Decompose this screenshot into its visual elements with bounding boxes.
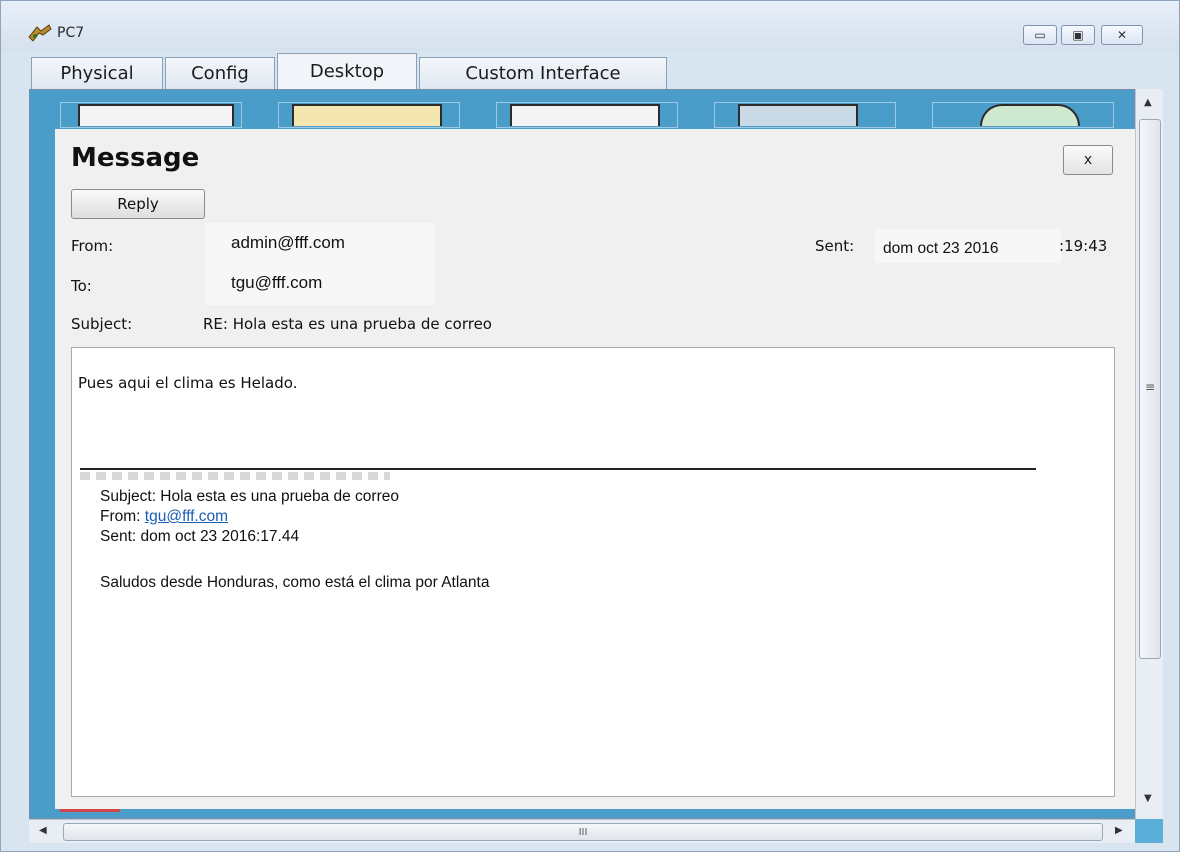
quoted-from-link[interactable]: tgu@fff.com [145, 508, 228, 525]
scroll-corner [1135, 819, 1163, 843]
tab-custom-interface[interactable]: Custom Interface [419, 57, 667, 89]
close-message-button[interactable]: x [1063, 145, 1113, 175]
close-icon: ✕ [1116, 28, 1128, 42]
quoted-subject: Subject: Hola esta es una prueba de corr… [100, 488, 399, 505]
message-dialog: Message x Reply From: admin@fff.com Sent… [55, 129, 1135, 809]
reply-button[interactable]: Reply [71, 189, 205, 219]
tab-label: Physical [60, 63, 134, 84]
from-value: admin@fff.com [231, 233, 345, 252]
minimize-button[interactable]: ▭ [1023, 25, 1057, 45]
title-bar: PC7 ▭ ▣ ✕ [1, 1, 1179, 51]
quote-separator-faint [80, 472, 390, 480]
from-label: From: [71, 237, 114, 255]
folder-icon [292, 104, 442, 126]
close-label: x [1083, 152, 1093, 168]
quoted-sent: Sent: dom oct 23 2016:17.44 [100, 528, 300, 545]
message-title: Message [71, 143, 200, 173]
pc7-window: PC7 ▭ ▣ ✕ Physical Config Desktop Custom… [0, 0, 1180, 852]
terminal-icon [78, 104, 234, 126]
close-window-button[interactable]: ✕ [1101, 25, 1143, 45]
tab-desktop[interactable]: Desktop [277, 53, 417, 89]
tab-physical[interactable]: Physical [31, 57, 163, 89]
quote-separator [80, 468, 1036, 470]
window-title: PC7 [57, 25, 85, 41]
vertical-scrollbar[interactable]: ▲ ≡ ▼ [1135, 89, 1163, 819]
scroll-left-icon[interactable]: ◀ [39, 825, 47, 836]
maximize-icon: ▣ [1072, 28, 1084, 42]
tab-label: Custom Interface [465, 63, 621, 84]
quoted-body: Saludos desde Honduras, como está el cli… [100, 574, 490, 591]
tab-label: Desktop [309, 61, 385, 82]
scroll-down-icon[interactable]: ▼ [1144, 793, 1152, 804]
subject-label: Subject: [71, 315, 133, 333]
horizontal-scrollbar[interactable]: ◀ III ▶ [29, 819, 1135, 843]
subject-value: RE: Hola esta es una prueba de correo [203, 315, 492, 333]
vertical-scroll-thumb[interactable]: ≡ [1139, 119, 1161, 659]
scroll-up-icon[interactable]: ▲ [1144, 97, 1152, 108]
tab-config[interactable]: Config [165, 57, 275, 89]
scroll-right-icon[interactable]: ▶ [1115, 825, 1123, 836]
body-text: Pues aqui el clima es Helado. [78, 374, 298, 392]
cloud-icon [980, 104, 1080, 126]
horizontal-scroll-thumb[interactable]: III [63, 823, 1103, 841]
tab-label: Config [191, 63, 249, 84]
window-icon [510, 104, 660, 126]
monitor-icon [738, 104, 858, 126]
reply-label: Reply [117, 195, 159, 213]
message-body[interactable]: Pues aqui el clima es Helado. Subject: H… [71, 347, 1115, 797]
packet-tracer-pc-icon [28, 24, 52, 42]
to-value: tgu@fff.com [231, 273, 323, 292]
h-thumb-grip-icon: III [578, 826, 588, 838]
to-label: To: [71, 277, 92, 295]
maximize-button[interactable]: ▣ [1061, 25, 1095, 45]
sent-time: :19:43 [1059, 237, 1108, 255]
sent-date: dom oct 23 2016 [883, 240, 999, 257]
quoted-from: From: tgu@fff.com [100, 508, 228, 526]
quoted-from-prefix: From: [100, 508, 145, 525]
minimize-icon: ▭ [1034, 28, 1046, 42]
thumb-grip-icon: ≡ [1145, 380, 1156, 394]
sent-label: Sent: [815, 237, 855, 255]
